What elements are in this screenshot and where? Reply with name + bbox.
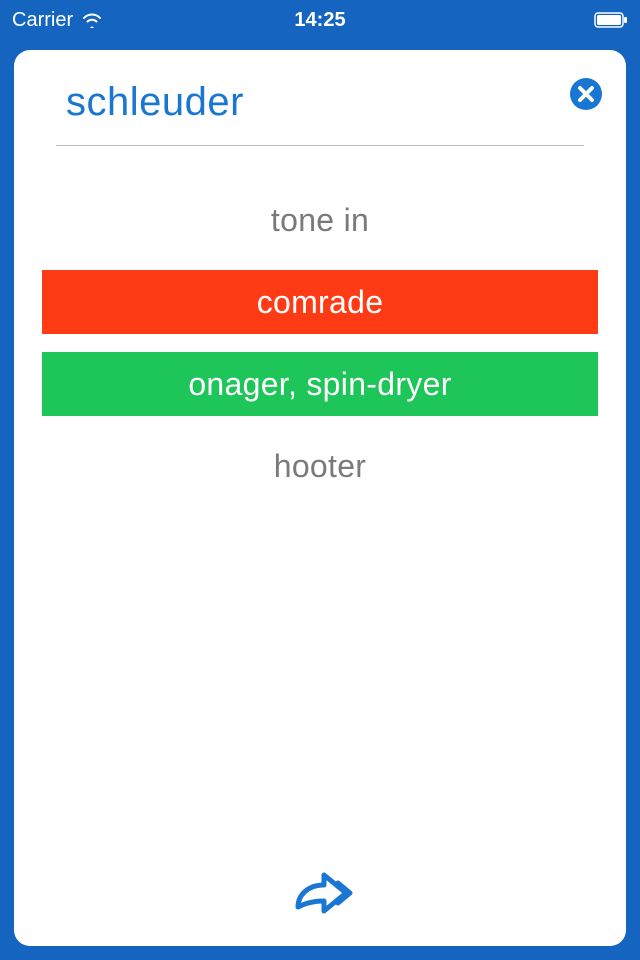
status-left: Carrier [12,9,103,32]
option-4[interactable]: hooter [42,434,598,498]
input-container [14,80,626,146]
input-row [56,80,584,146]
status-right [594,12,628,28]
option-3[interactable]: onager, spin-dryer [42,352,598,416]
option-2[interactable]: comrade [42,270,598,334]
battery-icon [594,12,628,28]
close-button[interactable] [568,76,604,112]
share-button[interactable] [280,867,360,926]
word-input[interactable] [66,80,581,135]
status-time: 14:25 [294,9,345,32]
options-list: tone in comrade onager, spin-dryer hoote… [14,188,626,498]
carrier-text: Carrier [12,9,73,32]
close-icon [568,76,604,112]
share-arrow-icon [280,867,360,921]
card: tone in comrade onager, spin-dryer hoote… [14,50,626,946]
wifi-icon [81,12,103,28]
option-1[interactable]: tone in [42,188,598,252]
status-bar: Carrier 14:25 [0,0,640,40]
